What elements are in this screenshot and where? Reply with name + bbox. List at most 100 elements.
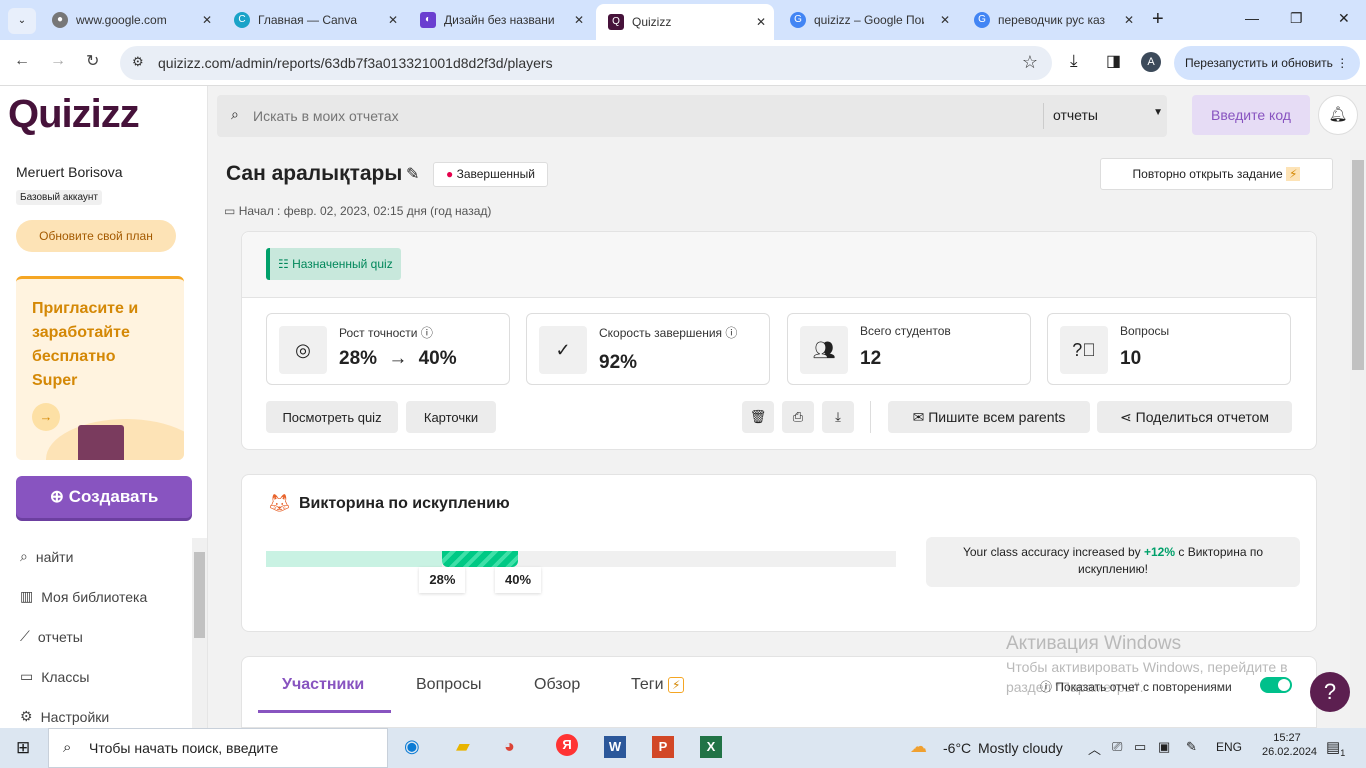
- flashcards-button[interactable]: Карточки: [406, 401, 496, 433]
- show-retries-toggle[interactable]: [1260, 677, 1292, 693]
- scrollbar-thumb[interactable]: [194, 552, 205, 638]
- weather-cloud-icon: ☁: [910, 737, 927, 756]
- camera-icon[interactable]: ⎚: [1112, 739, 1122, 755]
- weather-text[interactable]: Mostly cloudy: [978, 740, 1063, 756]
- browser-tab[interactable]: ● www.google.com ✕: [40, 6, 220, 34]
- browser-tab-active[interactable]: Q Quizizz ✕: [596, 4, 774, 40]
- windows-activation-title: Активация Windows: [1006, 633, 1182, 654]
- sidebar-item-reports[interactable]: ⟋ отчеты: [20, 628, 83, 645]
- stat-value: 12: [860, 348, 882, 369]
- assignment-type-label: Назначенный quiz: [292, 257, 393, 271]
- info-icon[interactable]: ⓘ: [725, 326, 737, 340]
- status-dot: ●: [446, 167, 454, 181]
- quizizz-logo[interactable]: Quizizz: [8, 92, 140, 137]
- page-scrollbar[interactable]: [1350, 150, 1366, 728]
- info-icon[interactable]: ⓘ: [421, 326, 433, 340]
- excel-icon[interactable]: X: [700, 736, 722, 758]
- close-icon[interactable]: ✕: [1124, 13, 1134, 27]
- stat-questions: ?⃝ Вопросы 10: [1047, 313, 1291, 385]
- site-settings-icon[interactable]: ⚙: [132, 54, 144, 70]
- search-input[interactable]: [253, 101, 1033, 131]
- email-parents-button[interactable]: ✉ Пишите всем parents: [888, 401, 1090, 433]
- stat-students: 👥︎ Всего студентов 12: [787, 313, 1031, 385]
- file-explorer-icon[interactable]: ▰: [456, 736, 470, 757]
- edge-icon[interactable]: ◉: [404, 736, 420, 757]
- enter-code-button[interactable]: Введите код: [1192, 95, 1310, 135]
- lightning-icon: ⚡︎: [1286, 167, 1301, 181]
- upgrade-plan-button[interactable]: Обновите свой план: [16, 220, 176, 252]
- restore-icon[interactable]: ❐: [1290, 10, 1303, 27]
- download-icon[interactable]: ⤓: [822, 401, 854, 433]
- tab-tags[interactable]: Теги ⚡︎: [631, 676, 685, 694]
- new-tab-icon[interactable]: +: [1152, 8, 1164, 31]
- share-report-button[interactable]: ⋖ Поделиться отчетом: [1097, 401, 1292, 433]
- tab-label: Теги: [631, 676, 664, 693]
- scrollbar-thumb[interactable]: [1352, 160, 1364, 370]
- url-input[interactable]: ⚙ quizizz.com/admin/reports/63db7f3a0133…: [120, 46, 1052, 80]
- yandex-icon[interactable]: Я: [556, 734, 578, 756]
- download-icon[interactable]: ⤓: [1070, 51, 1078, 71]
- clock[interactable]: 15:27 26.02.2024: [1262, 732, 1317, 758]
- bookmark-star-icon[interactable]: ☆: [1022, 52, 1038, 73]
- pen-icon[interactable]: ✎: [1186, 739, 1197, 755]
- sidebar-item-settings[interactable]: ⚙ Настройки: [20, 708, 109, 725]
- view-quiz-button[interactable]: Посмотреть quiz: [266, 401, 398, 433]
- back-icon[interactable]: ←: [14, 52, 30, 70]
- tab-overview[interactable]: Обзор: [534, 676, 580, 694]
- forward-icon[interactable]: →: [50, 52, 66, 70]
- taskbar-search[interactable]: ⌕ Чтобы начать поиск, введите: [48, 728, 388, 768]
- side-panel-icon[interactable]: ◨: [1106, 51, 1121, 71]
- chrome-icon[interactable]: ◕: [504, 736, 515, 757]
- arrow-right-icon[interactable]: →: [32, 403, 60, 431]
- edit-icon[interactable]: ✎: [406, 164, 419, 184]
- user-name: Meruert Borisova: [16, 164, 123, 180]
- browser-tab[interactable]: ◐ Дизайн без названи ✕: [408, 6, 592, 34]
- network-icon[interactable]: ▣: [1158, 739, 1170, 755]
- close-icon[interactable]: ✕: [388, 13, 398, 27]
- sidebar-item-label: отчеты: [37, 628, 83, 645]
- notification-icon[interactable]: ▤1: [1326, 738, 1345, 758]
- sidebar-scrollbar[interactable]: [192, 538, 207, 728]
- sidebar: Quizizz Meruert Borisova Базовый аккаунт…: [0, 86, 208, 728]
- minimize-icon[interactable]: —: [1245, 10, 1259, 26]
- help-circle-icon[interactable]: ⓘ: [1040, 680, 1052, 694]
- help-button[interactable]: ?: [1310, 672, 1350, 712]
- close-window-icon[interactable]: ✕: [1338, 10, 1350, 27]
- scope-select[interactable]: отчеты ▼: [1053, 107, 1163, 123]
- word-icon[interactable]: W: [604, 736, 626, 758]
- battery-icon[interactable]: ▭: [1134, 739, 1146, 755]
- trash-icon[interactable]: 🗑︎: [742, 401, 774, 433]
- clock-time: 15:27: [1273, 732, 1301, 744]
- sidebar-item-classes[interactable]: ▭ Классы: [20, 668, 89, 685]
- close-icon[interactable]: ✕: [756, 15, 766, 29]
- browser-tab[interactable]: Gпереводчик рус каз ✕: [962, 6, 1142, 34]
- browser-tab[interactable]: C Главная — Canva ✕: [222, 6, 406, 34]
- language-indicator[interactable]: ENG: [1216, 740, 1242, 754]
- windows-start-icon[interactable]: ⊞: [16, 738, 30, 758]
- users-icon: 👥︎: [800, 326, 848, 374]
- print-icon[interactable]: ⎙: [782, 401, 814, 433]
- sidebar-item-library[interactable]: ▥ Моя библиотека: [20, 588, 147, 605]
- tab-participants[interactable]: Участники: [282, 676, 364, 694]
- create-button[interactable]: ⊕ Создавать: [16, 476, 192, 518]
- sidebar-item-search[interactable]: ⌕ найти: [20, 548, 73, 565]
- powerpoint-icon[interactable]: P: [652, 736, 674, 758]
- accuracy-from: 28%: [339, 348, 378, 369]
- tray-chevron-icon[interactable]: ︿: [1088, 739, 1101, 758]
- reopen-assignment-button[interactable]: Повторно открыть задание ⚡︎: [1100, 158, 1333, 190]
- reload-icon[interactable]: ↻: [86, 51, 99, 71]
- tab-label: Quizizz: [632, 15, 672, 29]
- close-icon[interactable]: ✕: [940, 13, 950, 27]
- msg-delta: +12%: [1143, 545, 1176, 559]
- close-icon[interactable]: ✕: [574, 13, 584, 27]
- close-icon[interactable]: ✕: [202, 13, 212, 27]
- invite-promo-card[interactable]: Пригласите и заработайте бесплатно Super…: [16, 276, 184, 460]
- tab-questions[interactable]: Вопросы: [416, 676, 482, 694]
- profile-avatar[interactable]: A: [1141, 52, 1161, 72]
- tab-search-button[interactable]: ⌄: [8, 8, 36, 34]
- browser-tab[interactable]: Gquizizz – Google Пои ✕: [778, 6, 958, 34]
- relaunch-button[interactable]: Перезапустить и обновить ⋮: [1174, 46, 1360, 80]
- weather-temp[interactable]: -6°C: [943, 740, 971, 756]
- bell-icon[interactable]: 🔔︎: [1318, 95, 1358, 135]
- scope-label: отчеты: [1053, 107, 1098, 123]
